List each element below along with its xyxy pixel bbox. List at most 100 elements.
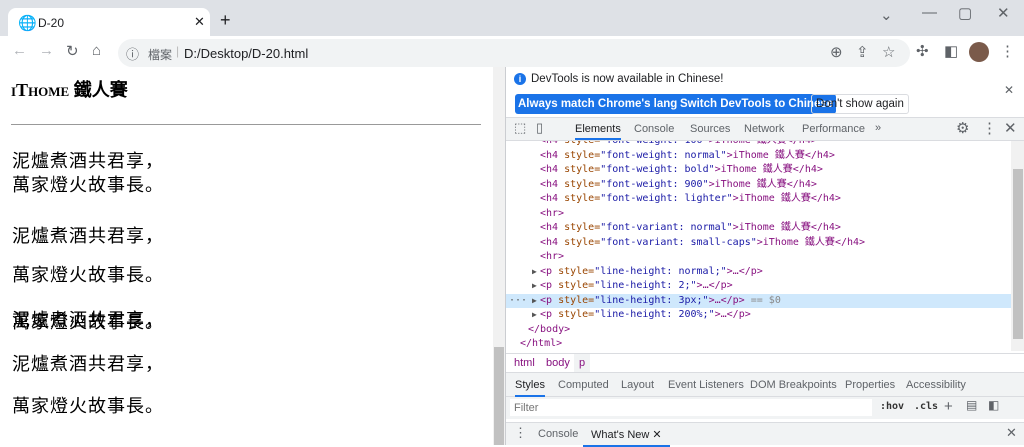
close-tab-icon[interactable]: ✕ bbox=[194, 14, 205, 30]
breadcrumb-html[interactable]: html bbox=[514, 357, 535, 369]
close-devtools-icon[interactable]: ✕ bbox=[1004, 119, 1017, 137]
text-line: 泥爐煮酒共君享， bbox=[12, 354, 164, 374]
home-icon[interactable]: ⌂ bbox=[92, 42, 101, 59]
close-window-icon[interactable]: ✕ bbox=[997, 4, 1010, 22]
tab-properties[interactable]: Properties bbox=[845, 379, 895, 391]
share-icon[interactable]: ⇪ bbox=[856, 43, 869, 61]
styles-filter-input[interactable] bbox=[510, 399, 872, 416]
node-text: >iThome 鐵人賽 bbox=[709, 141, 787, 146]
tab-event-listeners[interactable]: Event Listeners bbox=[668, 379, 744, 391]
node-text: >iThome 鐵人賽 bbox=[732, 193, 811, 204]
avatar[interactable] bbox=[969, 42, 989, 62]
tab-search-icon[interactable]: ⌄ bbox=[880, 6, 893, 24]
close-drawer-icon[interactable]: ✕ bbox=[1006, 425, 1017, 441]
maximize-icon[interactable]: ▢ bbox=[958, 4, 972, 22]
node-text: >… bbox=[726, 265, 739, 277]
tag-close: </p> bbox=[708, 280, 733, 291]
attr-value: "line-height: 2;" bbox=[594, 280, 697, 291]
page-heading: iThome 鐵人賽 bbox=[11, 80, 128, 100]
tag-open: <p bbox=[540, 294, 559, 306]
tag-open: <hr> bbox=[540, 251, 565, 262]
close-banner-icon[interactable]: ✕ bbox=[1004, 83, 1014, 97]
tab-sources[interactable]: Sources bbox=[690, 123, 730, 135]
row-actions-icon[interactable]: ··· bbox=[509, 294, 527, 309]
address-bar[interactable]: ⓘ 檔案 | D:/Desktop/D-20.html ⊕ ⇪ ☆ bbox=[118, 39, 910, 67]
side-panel-icon[interactable]: ◧ bbox=[944, 42, 958, 60]
toggle-sidebar-icon[interactable]: ◧ bbox=[988, 398, 999, 412]
node-text: >iThome 鐵人賽 bbox=[714, 164, 793, 175]
scrollbar-thumb[interactable] bbox=[494, 347, 504, 445]
expand-triangle-icon[interactable]: ▶ bbox=[532, 308, 537, 323]
info-icon: i bbox=[514, 73, 526, 85]
dom-node-row[interactable]: ··· ▶ <p style="line-height: 3px;">…</p> =… bbox=[506, 293, 1011, 309]
dom-node-row[interactable]: <h4 style="font-weight: bold">iThome 鐵人賽… bbox=[506, 163, 1011, 178]
tab-console[interactable]: Console bbox=[634, 123, 674, 135]
device-toolbar-icon[interactable]: ▯ bbox=[536, 120, 543, 136]
expand-triangle-icon[interactable]: ▶ bbox=[532, 294, 537, 309]
tab-performance[interactable]: Performance bbox=[802, 123, 865, 135]
dom-node-row[interactable]: <hr> bbox=[506, 207, 1011, 222]
tag-open: <h4 bbox=[540, 149, 565, 161]
text-line: 萬家燈火故事長。 bbox=[12, 396, 164, 416]
text-line: 泥爐煮酒共君享， bbox=[12, 151, 164, 171]
elements-scrollbar[interactable] bbox=[1011, 141, 1024, 351]
drawer-menu-icon[interactable]: ⋮ bbox=[514, 425, 527, 441]
page-scrollbar[interactable] bbox=[493, 67, 505, 445]
dom-node-row[interactable]: <h4 style="font-variant: small-caps">iTh… bbox=[506, 236, 1011, 251]
attr-name: style= bbox=[564, 222, 601, 233]
dom-node-row[interactable]: <h4 style="font-weight: normal">iThome 鐵… bbox=[506, 149, 1011, 164]
extensions-icon[interactable]: ✣ bbox=[916, 42, 929, 60]
dom-node-row[interactable]: </body> bbox=[506, 323, 1011, 338]
tab-accessibility[interactable]: Accessibility bbox=[906, 379, 966, 391]
tab-styles[interactable]: Styles bbox=[515, 379, 545, 397]
dom-node-row[interactable]: <h4 style="font-weight: 900">iThome 鐵人賽<… bbox=[506, 178, 1011, 193]
dom-node-row[interactable]: ▶ <p style="line-height: 2;">…</p> bbox=[506, 279, 1011, 294]
dom-node-row[interactable]: ▶ <p style="line-height: 200%;">…</p> bbox=[506, 308, 1011, 323]
dom-node-row[interactable]: <h4 style="font-weight: 100">iThome 鐵人賽<… bbox=[506, 141, 1011, 149]
node-text: >iThome 鐵人賽 bbox=[732, 222, 811, 233]
breadcrumb-body[interactable]: body bbox=[546, 357, 570, 369]
more-options-icon[interactable]: ⋮ bbox=[982, 119, 997, 137]
dom-node-row[interactable]: </html> bbox=[506, 337, 1011, 351]
drawer-tab-whats-new[interactable]: What's New ✕ bbox=[583, 428, 670, 447]
paragraph-line-height-200: 泥爐煮酒共君享， 萬家燈火故事長。 bbox=[12, 343, 164, 427]
tag-close: </p> bbox=[738, 265, 763, 277]
forward-icon[interactable]: → bbox=[39, 42, 54, 59]
info-icon[interactable]: ⓘ bbox=[126, 44, 139, 63]
expand-triangle-icon[interactable]: ▶ bbox=[532, 265, 537, 280]
breadcrumb-p[interactable]: p bbox=[574, 354, 591, 372]
reload-icon[interactable]: ↻ bbox=[66, 42, 79, 60]
dont-show-again-button[interactable]: Don't show again bbox=[811, 94, 909, 114]
new-style-rule-icon[interactable]: + bbox=[944, 398, 953, 415]
attr-value: "font-weight: normal" bbox=[600, 149, 727, 161]
hov-button[interactable]: :hov bbox=[880, 401, 904, 412]
zoom-icon[interactable]: ⊕ bbox=[830, 43, 843, 61]
back-icon[interactable]: ← bbox=[12, 42, 27, 59]
cls-button[interactable]: .cls bbox=[914, 401, 938, 412]
expand-triangle-icon[interactable]: ▶ bbox=[532, 279, 537, 294]
tag-open: <p bbox=[540, 309, 559, 320]
attr-value: "font-weight: 900" bbox=[600, 178, 709, 190]
tab-dom-breakpoints[interactable]: DOM Breakpoints bbox=[750, 379, 837, 391]
inspect-element-icon[interactable]: ⬚ bbox=[514, 120, 526, 136]
tab-elements[interactable]: Elements bbox=[575, 123, 621, 140]
minimize-icon[interactable]: — bbox=[922, 4, 937, 21]
bookmark-star-icon[interactable]: ☆ bbox=[882, 43, 895, 61]
dom-node-row[interactable]: ▶ <p style="line-height: normal;">…</p> bbox=[506, 265, 1011, 280]
dom-node-row[interactable]: <h4 style="font-weight: lighter">iThome … bbox=[506, 192, 1011, 207]
elements-tree: <h4 style="font-weight: 100">iThome 鐵人賽<… bbox=[506, 141, 1011, 351]
computed-styles-icon[interactable]: ▤ bbox=[966, 398, 977, 412]
drawer-tab-console[interactable]: Console bbox=[538, 428, 578, 440]
scrollbar-thumb[interactable] bbox=[1013, 169, 1023, 339]
settings-gear-icon[interactable]: ⚙ bbox=[956, 119, 969, 137]
new-tab-icon[interactable]: + bbox=[220, 10, 231, 31]
tab-computed[interactable]: Computed bbox=[558, 379, 609, 391]
tab-layout[interactable]: Layout bbox=[621, 379, 654, 391]
node-text: >iThome 鐵人賽 bbox=[726, 149, 805, 161]
menu-icon[interactable]: ⋮ bbox=[1000, 42, 1015, 60]
more-tabs-icon[interactable]: » bbox=[875, 122, 881, 134]
dom-node-row[interactable]: <hr> bbox=[506, 250, 1011, 265]
dom-node-row[interactable]: <h4 style="font-variant: normal">iThome … bbox=[506, 221, 1011, 236]
close-tab-icon[interactable]: ✕ bbox=[652, 429, 661, 441]
tab-network[interactable]: Network bbox=[744, 123, 784, 135]
